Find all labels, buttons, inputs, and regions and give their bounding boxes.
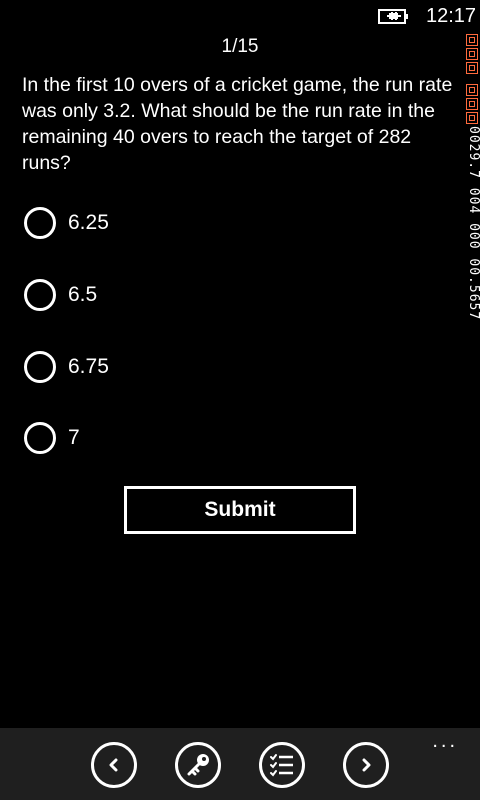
debug-marker [466, 84, 478, 96]
question-progress: 1/15 [221, 36, 259, 57]
checklist-icon [270, 754, 293, 777]
radio-button[interactable] [24, 207, 56, 239]
radio-button[interactable] [24, 351, 56, 383]
debug-marker [466, 98, 478, 110]
option-label: 6.5 [68, 283, 98, 306]
next-icon [362, 758, 371, 772]
key-icon [187, 754, 209, 776]
option-label: 6.25 [68, 211, 109, 234]
answer-option[interactable]: 6.25 [22, 203, 322, 243]
debug-marker [466, 62, 478, 74]
debug-marker [466, 112, 478, 124]
key-button[interactable] [175, 742, 221, 788]
debug-counter-text: 0029.7 004 000 00.5657 [466, 126, 480, 321]
question-text: In the first 10 overs of a cricket game,… [22, 74, 453, 174]
previous-icon [109, 758, 118, 772]
more-menu-button[interactable]: ... [432, 731, 458, 751]
status-bar: 12:17 [0, 0, 480, 32]
debug-counter-strip: 0029.7 004 000 00.5657 [466, 34, 480, 394]
app-bar: ... [0, 728, 480, 800]
option-label: 7 [68, 426, 80, 449]
answer-option[interactable]: 6.5 [22, 275, 322, 315]
status-time: 12:17 [426, 5, 477, 27]
answer-option[interactable]: 6.75 [22, 347, 322, 387]
option-label: 6.75 [68, 355, 109, 378]
question-list-button[interactable] [259, 742, 305, 788]
answer-option[interactable]: 7 [22, 418, 322, 458]
previous-button[interactable] [91, 742, 137, 788]
radio-button[interactable] [24, 279, 56, 311]
submit-button[interactable]: Submit [124, 486, 356, 534]
next-button[interactable] [343, 742, 389, 788]
radio-button[interactable] [24, 422, 56, 454]
battery-charging-icon [378, 9, 408, 24]
